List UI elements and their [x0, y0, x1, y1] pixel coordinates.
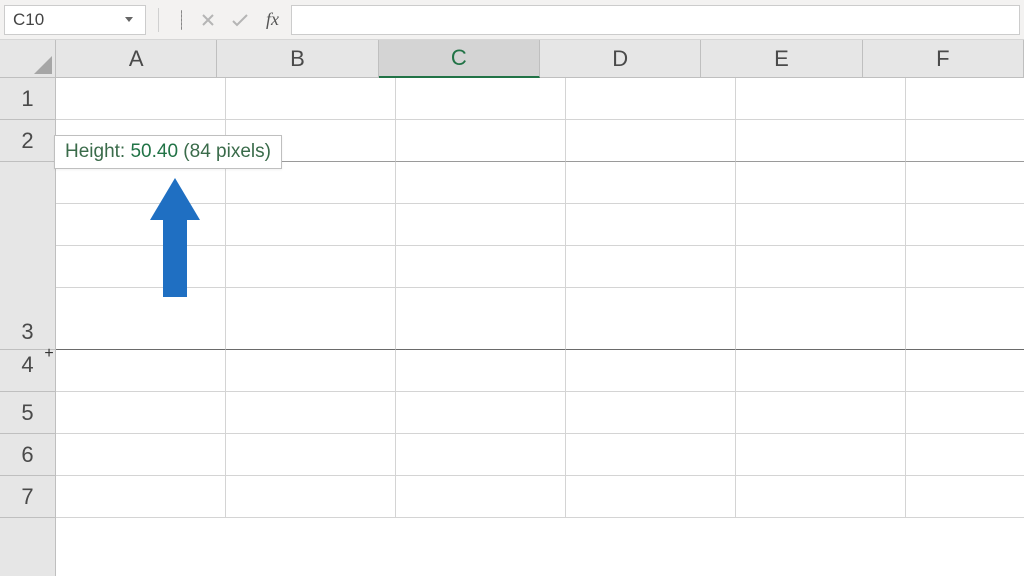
annotation-arrow-up-icon [150, 178, 200, 298]
cell[interactable] [566, 78, 736, 120]
row-header-2[interactable]: 2 [0, 120, 55, 162]
cell[interactable] [396, 350, 566, 392]
cell[interactable] [396, 204, 566, 246]
cancel-icon[interactable] [192, 5, 224, 35]
cell[interactable] [566, 120, 736, 162]
enter-icon[interactable] [224, 5, 256, 35]
tooltip-label: Height: [65, 141, 130, 162]
cell[interactable] [226, 288, 396, 350]
col-header-e[interactable]: E [701, 40, 862, 77]
cell[interactable] [736, 288, 906, 350]
cell[interactable] [226, 78, 396, 120]
separator-dotted [181, 10, 182, 30]
cell[interactable] [56, 392, 226, 434]
cell[interactable] [396, 476, 566, 518]
cell[interactable] [906, 434, 1024, 476]
cell[interactable] [226, 392, 396, 434]
cell[interactable] [566, 350, 736, 392]
cell[interactable] [396, 246, 566, 288]
cell[interactable] [736, 78, 906, 120]
cell[interactable] [566, 246, 736, 288]
cell[interactable] [566, 392, 736, 434]
cell[interactable] [396, 78, 566, 120]
cell[interactable] [736, 350, 906, 392]
select-all-corner[interactable] [0, 40, 56, 78]
row-resize-cursor-icon[interactable]: + [40, 345, 58, 363]
cell[interactable] [736, 204, 906, 246]
col-header-d[interactable]: D [540, 40, 701, 77]
cell[interactable] [906, 288, 1024, 350]
cell[interactable] [736, 392, 906, 434]
spreadsheet-grid: A B C D E F 1 2 3 4 5 6 7 [0, 40, 1024, 576]
cell[interactable] [906, 350, 1024, 392]
cell[interactable] [56, 476, 226, 518]
col-header-c[interactable]: C [379, 40, 540, 78]
cell[interactable] [396, 288, 566, 350]
cell[interactable] [56, 350, 226, 392]
cell[interactable] [56, 78, 226, 120]
cell[interactable] [56, 288, 226, 350]
row-header-5[interactable]: 5 [0, 392, 55, 434]
cell[interactable] [226, 434, 396, 476]
cell[interactable] [906, 162, 1024, 204]
name-box-value: C10 [13, 10, 121, 30]
cell[interactable] [566, 204, 736, 246]
tooltip-suffix: (84 pixels) [178, 141, 271, 162]
formula-input[interactable] [291, 5, 1020, 35]
cell[interactable] [736, 434, 906, 476]
row-header-7[interactable]: 7 [0, 476, 55, 518]
cell[interactable] [906, 476, 1024, 518]
cell[interactable] [566, 288, 736, 350]
cell[interactable] [566, 434, 736, 476]
cell[interactable] [566, 162, 736, 204]
cell[interactable] [396, 434, 566, 476]
cell[interactable] [736, 476, 906, 518]
cell[interactable] [736, 120, 906, 162]
cell[interactable] [226, 246, 396, 288]
cell[interactable] [906, 120, 1024, 162]
cell[interactable] [906, 204, 1024, 246]
name-box-dropdown-icon[interactable] [121, 6, 137, 34]
cell[interactable] [736, 246, 906, 288]
cell[interactable] [56, 434, 226, 476]
separator [158, 8, 159, 32]
col-header-b[interactable]: B [217, 40, 378, 77]
cell[interactable] [226, 476, 396, 518]
cell[interactable] [396, 162, 566, 204]
cell[interactable] [56, 204, 226, 246]
row-header-6[interactable]: 6 [0, 434, 55, 476]
name-box[interactable]: C10 [4, 5, 146, 35]
cell[interactable] [906, 78, 1024, 120]
cell[interactable] [566, 476, 736, 518]
fx-label[interactable]: fx [266, 9, 279, 30]
row-height-tooltip: Height: 50.40 (84 pixels) [54, 135, 282, 169]
col-header-f[interactable]: F [863, 40, 1024, 77]
cell[interactable] [396, 392, 566, 434]
cell[interactable] [226, 204, 396, 246]
cell[interactable] [906, 392, 1024, 434]
column-headers: A B C D E F [56, 40, 1024, 78]
row-header-3[interactable]: 3 [0, 162, 55, 350]
row-header-1[interactable]: 1 [0, 78, 55, 120]
cell[interactable] [226, 350, 396, 392]
row-headers: 1 2 3 4 5 6 7 [0, 78, 56, 576]
formula-bar: C10 fx [0, 0, 1024, 40]
col-header-a[interactable]: A [56, 40, 217, 77]
tooltip-value: 50.40 [130, 141, 178, 162]
cell[interactable] [906, 246, 1024, 288]
cell[interactable] [396, 120, 566, 162]
cell[interactable] [736, 162, 906, 204]
cell[interactable] [56, 246, 226, 288]
